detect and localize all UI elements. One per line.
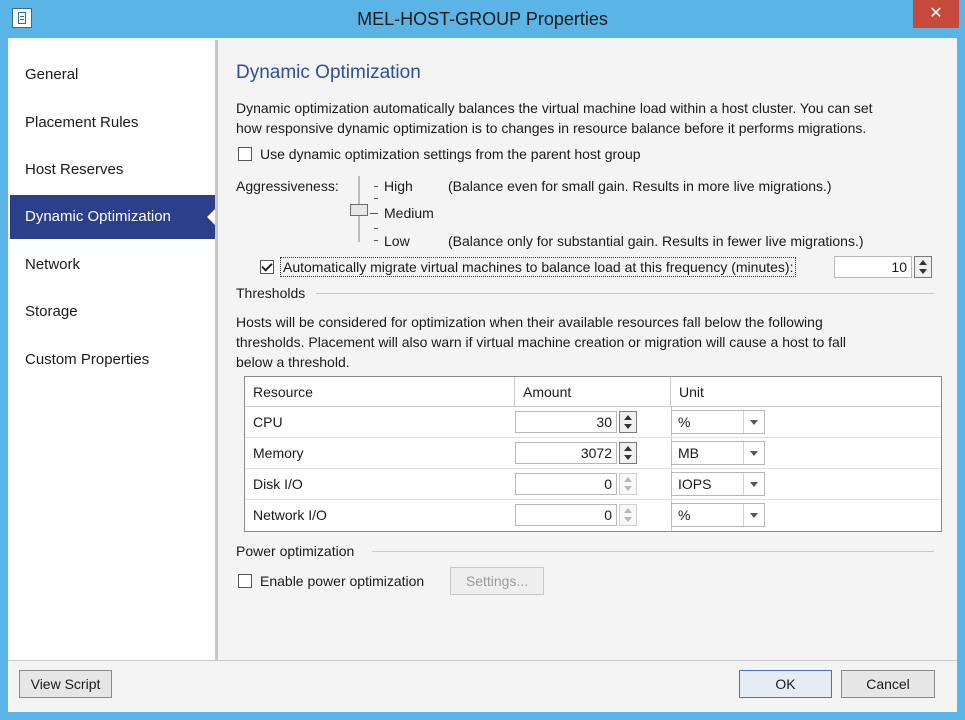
cancel-button[interactable]: Cancel xyxy=(841,670,935,698)
amount-input[interactable]: 30 xyxy=(515,411,617,433)
frequency-input[interactable]: 10 xyxy=(834,256,912,278)
level-high-label: High xyxy=(384,178,413,194)
close-button[interactable]: ✕ xyxy=(913,0,959,28)
unit-select-value: % xyxy=(678,414,691,430)
column-header-unit[interactable]: Unit xyxy=(671,377,941,407)
resource-cell: Memory xyxy=(253,445,304,461)
level-low-desc: (Balance only for substantial gain. Resu… xyxy=(448,233,864,249)
chevron-down-icon xyxy=(743,504,764,526)
auto-migrate-checkbox[interactable] xyxy=(260,260,274,274)
aggressiveness-slider-thumb[interactable] xyxy=(350,204,368,216)
title-bar: MEL-HOST-GROUP Properties ✕ xyxy=(0,0,965,38)
level-high-desc: (Balance even for small gain. Results in… xyxy=(448,178,832,194)
aggressiveness-label: Aggressiveness: xyxy=(236,178,339,194)
window-title: MEL-HOST-GROUP Properties xyxy=(357,9,608,29)
slider-tick xyxy=(374,228,378,229)
thresholds-desc-2: thresholds. Placement will also warn if … xyxy=(236,334,847,350)
settings-button[interactable]: Settings... xyxy=(450,567,544,595)
use-parent-checkbox[interactable] xyxy=(238,147,252,161)
amount-spinner[interactable] xyxy=(619,411,637,433)
sidebar-item-placement-rules[interactable]: Placement Rules xyxy=(10,101,215,145)
table-row: Memory 3072 MB xyxy=(245,438,941,469)
sidebar-item-dynamic-optimization[interactable]: Dynamic Optimization xyxy=(10,195,215,239)
frequency-spinner[interactable] xyxy=(914,256,932,278)
thresholds-table: Resource Amount Unit CPU 30 % Memory 307… xyxy=(244,376,942,532)
unit-select[interactable]: MB xyxy=(671,441,765,465)
table-row: CPU 30 % xyxy=(245,407,941,438)
column-header-resource[interactable]: Resource xyxy=(245,377,515,407)
enable-power-label[interactable]: Enable power optimization xyxy=(260,571,424,591)
sidebar-item-custom-properties[interactable]: Custom Properties xyxy=(10,338,215,382)
auto-migrate-label[interactable]: Automatically migrate virtual machines t… xyxy=(280,257,797,277)
chevron-down-icon xyxy=(743,473,764,495)
sidebar-item-network[interactable]: Network xyxy=(10,243,215,287)
unit-select[interactable]: % xyxy=(671,503,765,527)
main-panel: Dynamic Optimization Dynamic optimizatio… xyxy=(236,38,942,658)
resource-cell: CPU xyxy=(253,414,283,430)
table-row: Disk I/O 0 IOPS xyxy=(245,469,941,500)
sidebar-item-general[interactable]: General xyxy=(10,53,215,97)
slider-tick xyxy=(374,240,378,241)
sidebar-item-storage[interactable]: Storage xyxy=(10,290,215,334)
slider-tick xyxy=(374,198,378,199)
level-medium-label: Medium xyxy=(384,205,434,221)
power-divider xyxy=(372,551,934,552)
column-header-amount[interactable]: Amount xyxy=(515,377,671,407)
thresholds-title: Thresholds xyxy=(236,285,306,301)
dialog-client: General Placement Rules Host Reserves Dy… xyxy=(8,38,957,712)
unit-select[interactable]: % xyxy=(671,410,765,434)
amount-input[interactable]: 0 xyxy=(515,473,617,495)
footer-divider xyxy=(8,660,957,661)
unit-select-value: IOPS xyxy=(678,476,712,492)
amount-spinner[interactable] xyxy=(619,504,637,526)
thresholds-desc-1: Hosts will be considered for optimizatio… xyxy=(236,314,823,330)
amount-spinner[interactable] xyxy=(619,473,637,495)
enable-power-checkbox[interactable] xyxy=(238,574,252,588)
amount-input[interactable]: 3072 xyxy=(515,442,617,464)
use-parent-label[interactable]: Use dynamic optimization settings from t… xyxy=(260,144,641,164)
slider-tick xyxy=(370,213,378,214)
description-line-2: how responsive dynamic optimization is t… xyxy=(236,120,867,136)
resource-cell: Disk I/O xyxy=(253,476,303,492)
level-low-label: Low xyxy=(384,233,410,249)
description-line-1: Dynamic optimization automatically balan… xyxy=(236,100,873,116)
thresholds-divider xyxy=(316,293,934,294)
chevron-down-icon xyxy=(743,442,764,464)
slider-tick xyxy=(374,186,378,187)
sidebar-item-host-reserves[interactable]: Host Reserves xyxy=(10,148,215,192)
view-script-button[interactable]: View Script xyxy=(19,670,112,698)
amount-spinner[interactable] xyxy=(619,442,637,464)
resource-cell: Network I/O xyxy=(253,507,327,523)
amount-input[interactable]: 0 xyxy=(515,504,617,526)
ok-button[interactable]: OK xyxy=(739,670,832,698)
thresholds-desc-3: below a threshold. xyxy=(236,354,350,370)
chevron-down-icon xyxy=(743,411,764,433)
unit-select[interactable]: IOPS xyxy=(671,472,765,496)
table-row: Network I/O 0 % xyxy=(245,500,941,531)
unit-select-value: MB xyxy=(678,445,699,461)
page-title: Dynamic Optimization xyxy=(236,62,421,83)
unit-select-value: % xyxy=(678,507,691,523)
power-optimization-title: Power optimization xyxy=(236,543,355,559)
sidebar: General Placement Rules Host Reserves Dy… xyxy=(10,40,218,660)
